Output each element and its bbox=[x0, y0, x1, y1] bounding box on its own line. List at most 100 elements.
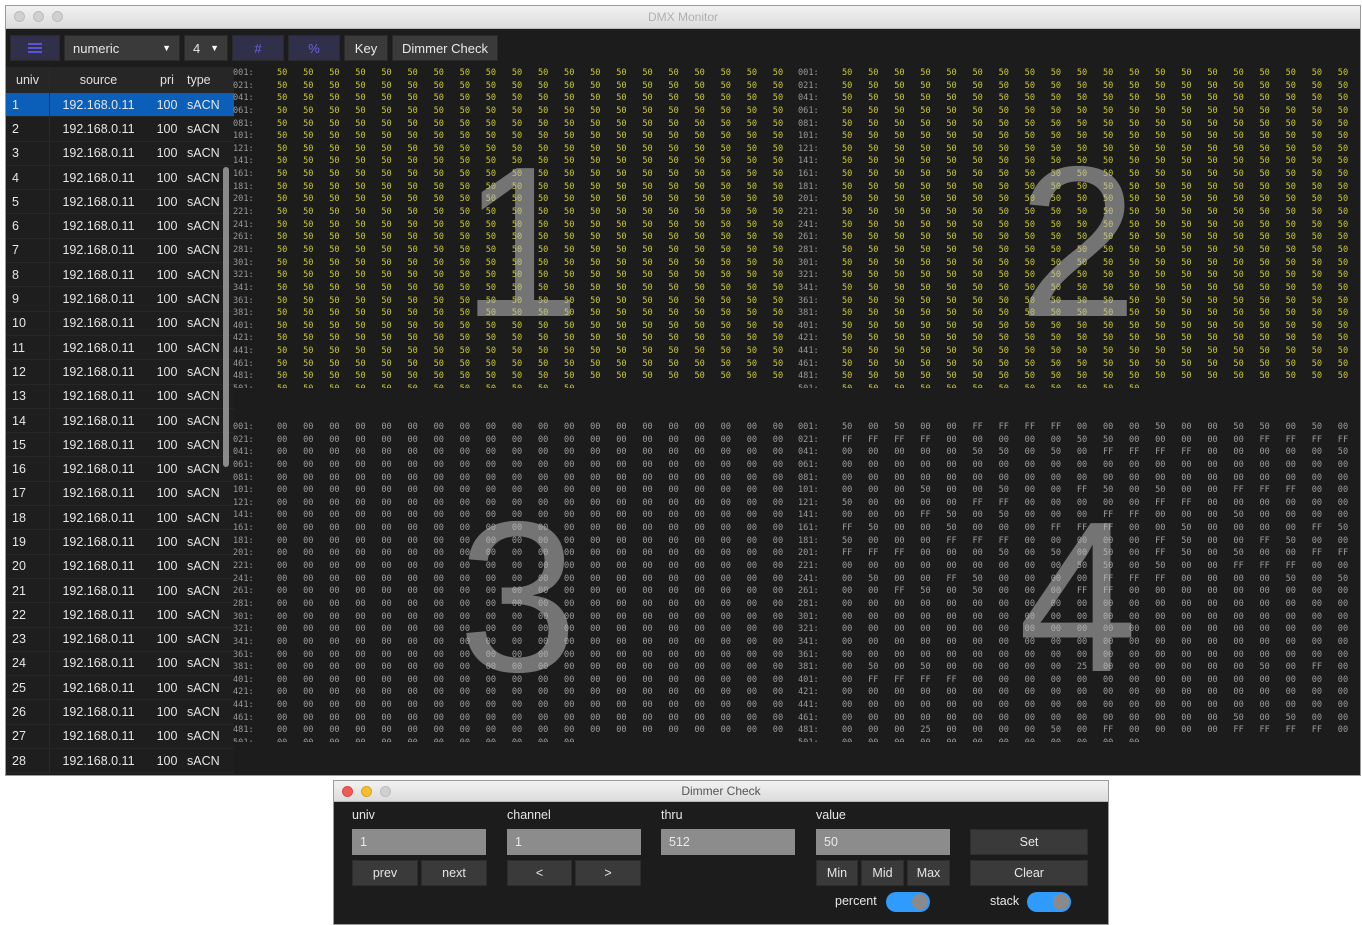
table-row[interactable]: 13 192.168.0.11 100 sACN bbox=[6, 384, 234, 409]
channel-value: 50 bbox=[1285, 194, 1296, 205]
table-row[interactable]: 4 192.168.0.11 100 sACN bbox=[6, 165, 234, 191]
channel-field[interactable]: 1 bbox=[507, 829, 641, 855]
channel-value: 50 bbox=[1311, 257, 1323, 268]
prev-universe-button[interactable]: prev bbox=[352, 860, 418, 886]
list-icon[interactable] bbox=[10, 35, 60, 61]
vertical-scrollbar[interactable] bbox=[223, 167, 229, 467]
channel-value: 50 bbox=[433, 320, 444, 331]
channel-value: 00 bbox=[920, 712, 931, 723]
table-row[interactable]: 16 192.168.0.11 100 sACN bbox=[6, 457, 234, 482]
univ-field[interactable]: 1 bbox=[352, 829, 486, 855]
channel-value: 50 bbox=[616, 181, 627, 192]
channel-value: 00 bbox=[485, 700, 497, 711]
table-row[interactable]: 23 192.168.0.11 100 sACN bbox=[6, 627, 234, 652]
table-row[interactable]: 20 192.168.0.11 100 sACN bbox=[6, 554, 234, 579]
columns-select[interactable]: 4 ▼ bbox=[184, 35, 228, 61]
channel-value: 50 bbox=[842, 93, 853, 104]
table-row[interactable]: 9 192.168.0.11 100 sACN bbox=[6, 287, 234, 312]
channel-value: 50 bbox=[1259, 105, 1270, 116]
channel-value: 00 bbox=[946, 561, 957, 572]
channel-value: 50 bbox=[1285, 169, 1296, 180]
channel-value: 00 bbox=[1311, 649, 1323, 660]
table-row[interactable]: 10 192.168.0.11 100 sACN bbox=[6, 311, 234, 336]
channel-value: 50 bbox=[1076, 219, 1088, 230]
table-row[interactable]: 14 192.168.0.11 100 sACN bbox=[6, 408, 234, 434]
channel-value: 00 bbox=[720, 523, 731, 534]
percent-toggle[interactable] bbox=[886, 892, 930, 912]
channel-value: 50 bbox=[1259, 358, 1270, 369]
title-bar[interactable]: DMX Monitor bbox=[6, 6, 1360, 29]
channel-value: 00 bbox=[407, 687, 418, 698]
table-row[interactable]: 6 192.168.0.11 100 sACN bbox=[6, 214, 234, 239]
channel-value: 50 bbox=[894, 131, 905, 142]
cell-type: sACN bbox=[187, 462, 220, 477]
table-row[interactable]: 27 192.168.0.11 100 sACN bbox=[6, 724, 234, 750]
channel-value: 50 bbox=[277, 333, 288, 344]
set-button[interactable]: Set bbox=[970, 829, 1088, 855]
table-row[interactable]: 18 192.168.0.11 100 sACN bbox=[6, 506, 234, 531]
col-source-header[interactable]: source bbox=[50, 73, 147, 87]
channel-value: 50 bbox=[946, 194, 957, 205]
channel-value: 00 bbox=[720, 611, 731, 622]
channel-value: 00 bbox=[433, 447, 444, 458]
cell-pri: 100 bbox=[156, 219, 178, 234]
table-row[interactable]: 25 192.168.0.11 100 sACN bbox=[6, 676, 234, 701]
channel-row: 381: 00 50 00 50 00 00 00 00 00 25 00 00 00 00 00 00 50 00… bbox=[798, 661, 1358, 674]
table-row[interactable]: 26 192.168.0.11 100 sACN bbox=[6, 700, 234, 725]
channel-value: 00 bbox=[842, 459, 853, 470]
table-row[interactable]: 22 192.168.0.11 100 sACN bbox=[6, 603, 234, 628]
table-row[interactable]: 17 192.168.0.11 100 sACN bbox=[6, 481, 234, 507]
thru-field[interactable]: 512 bbox=[661, 829, 795, 855]
dimmer-check-button[interactable]: Dimmer Check bbox=[392, 35, 498, 61]
table-row[interactable]: 12 192.168.0.11 100 sACN bbox=[6, 360, 234, 385]
table-row[interactable]: 3 192.168.0.11 100 sACN bbox=[6, 141, 234, 166]
table-row[interactable]: 8 192.168.0.11 100 sACN bbox=[6, 263, 234, 288]
channel-value: 00 bbox=[1207, 687, 1218, 698]
table-row[interactable]: 1 192.168.0.11 100 sACN bbox=[6, 93, 234, 118]
table-row[interactable]: 15 192.168.0.11 100 sACN bbox=[6, 433, 234, 458]
channel-value: 00 bbox=[642, 598, 653, 609]
prev-channel-button[interactable]: < bbox=[507, 860, 572, 886]
table-row[interactable]: 2 192.168.0.11 100 sACN bbox=[6, 117, 234, 142]
channel-value: 50 bbox=[537, 219, 549, 230]
table-row[interactable]: 11 192.168.0.11 100 sACN bbox=[6, 335, 234, 361]
mid-button[interactable]: Mid bbox=[861, 860, 904, 886]
channel-value: 00 bbox=[946, 624, 957, 635]
table-row[interactable]: 28 192.168.0.11 100 sACN bbox=[6, 749, 234, 774]
value-field[interactable]: 50 bbox=[816, 829, 950, 855]
display-mode-select[interactable]: numeric ▼ bbox=[64, 35, 180, 61]
max-button[interactable]: Max bbox=[907, 860, 950, 886]
col-univ-header[interactable]: univ bbox=[6, 67, 50, 93]
channel-row: 041: 00 00 00 00 00 00 00 00 00 00 00 00 00 00 00 00 00 00… bbox=[233, 446, 793, 459]
stack-toggle[interactable] bbox=[1027, 892, 1071, 912]
channel-value: 50 bbox=[381, 68, 392, 78]
next-channel-button[interactable]: > bbox=[575, 860, 641, 886]
table-row[interactable]: 19 192.168.0.11 100 sACN bbox=[6, 530, 234, 555]
channel-value: 50 bbox=[1155, 105, 1166, 116]
table-row[interactable]: 5 192.168.0.11 100 sACN bbox=[6, 190, 234, 215]
channel-value: FF bbox=[1285, 561, 1296, 572]
col-type-header[interactable]: type bbox=[187, 73, 227, 87]
hex-mode-button[interactable]: # bbox=[232, 35, 284, 61]
clear-button[interactable]: Clear bbox=[970, 860, 1088, 886]
col-pri-header[interactable]: pri bbox=[147, 73, 187, 87]
next-universe-button[interactable]: next bbox=[421, 860, 487, 886]
channel-value: 50 bbox=[1102, 219, 1114, 230]
channel-value: 00 bbox=[303, 636, 314, 647]
key-button[interactable]: Key bbox=[344, 35, 388, 61]
channel-value: 00 bbox=[668, 497, 679, 508]
percent-mode-button[interactable]: % bbox=[288, 35, 340, 61]
channel-row: 221: 00 00 00 00 00 00 00 00 00 00 00 00 00 00 00 00 00 00… bbox=[233, 560, 793, 573]
table-row[interactable]: 21 192.168.0.11 100 sACN bbox=[6, 578, 234, 604]
channel-value: 00 bbox=[1155, 712, 1166, 723]
channel-value: 50 bbox=[1024, 169, 1036, 180]
channel-value: 50 bbox=[1311, 371, 1323, 382]
channel-value: 50 bbox=[1233, 80, 1244, 91]
table-row[interactable]: 7 192.168.0.11 100 sACN bbox=[6, 238, 234, 264]
min-button[interactable]: Min bbox=[816, 860, 858, 886]
table-row[interactable]: 24 192.168.0.11 100 sACN bbox=[6, 651, 234, 677]
dialog-title-bar[interactable]: Dimmer Check bbox=[334, 781, 1108, 802]
channel-value: 50 bbox=[1076, 308, 1088, 319]
channel-value: 50 bbox=[1233, 510, 1244, 521]
channel-value: 50 bbox=[1102, 80, 1114, 91]
